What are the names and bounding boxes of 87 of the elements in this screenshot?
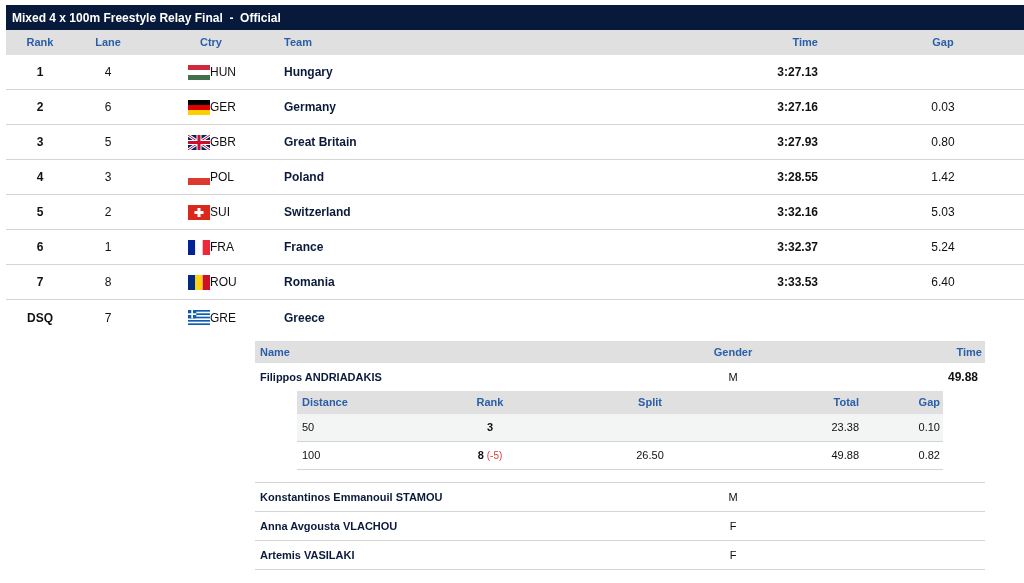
gap-cell-text: 0.03 (930, 99, 956, 116)
rank-cell-text: 8 (477, 448, 484, 464)
lane-cell-text: 8 (103, 274, 113, 291)
flag-icon (188, 310, 210, 325)
country-code: GBR (210, 134, 236, 151)
team-name: Great Britain (283, 134, 358, 151)
country-code: POL (210, 169, 234, 186)
gap-cell-text: 0.82 (917, 448, 941, 464)
flag-icon (188, 64, 210, 80)
column-header: Lane (94, 35, 122, 51)
column-header: Gap (917, 395, 941, 411)
lane-cell-text: 5 (103, 134, 113, 151)
country-code: GRE (210, 309, 236, 327)
time-cell-text: 3:32.16 (776, 204, 819, 221)
table-title: Mixed 4 x 100m Freestyle Relay Final - Official (6, 5, 1024, 30)
country-code: ROU (210, 274, 237, 291)
distance-cell-text: 100 (301, 448, 322, 464)
column-header: Split (637, 395, 663, 411)
time-cell-text: 3:27.16 (776, 99, 819, 116)
team-name: Hungary (283, 64, 334, 81)
rank-cell-text: 4 (35, 169, 45, 186)
swimmer-name: Filippos ANDRIADAKIS (259, 369, 383, 385)
swimmer-name: Konstantinos Emmanouil STAMOU (259, 489, 444, 505)
flag-icon (188, 204, 210, 220)
flag-icon (188, 134, 210, 150)
total-cell-text: 49.88 (830, 448, 859, 464)
swimmer-name: Anna Avgousta VLACHOU (259, 518, 399, 534)
gap-cell-text: 5.24 (930, 239, 956, 256)
gender-cell-text: M (727, 489, 739, 505)
gap-cell-text: 6.40 (930, 274, 956, 291)
lane-cell-text: 4 (103, 64, 113, 81)
rank-cell-text: DSQ (26, 309, 54, 327)
time-cell-text: 3:28.55 (776, 169, 819, 186)
time-cell-text: 3:33.53 (776, 274, 819, 291)
time-cell-text: 49.88 (946, 369, 979, 386)
country-code: GER (210, 99, 236, 116)
rank-cell-text: 3 (486, 420, 494, 436)
gap-cell-text: 0.10 (917, 420, 941, 436)
column-header: Total (832, 395, 859, 411)
column-header: Gap (931, 35, 955, 51)
column-header: Team (283, 35, 313, 51)
column-header: Time (791, 35, 819, 51)
flag-icon (188, 177, 210, 185)
rank-change: (-5) (486, 449, 503, 464)
distance-cell-text: 50 (301, 420, 316, 436)
gender-cell-text: F (728, 518, 738, 534)
column-header: Distance (301, 395, 349, 411)
team-name: Switzerland (283, 204, 352, 221)
country-code: SUI (210, 204, 230, 221)
column-header: Name (259, 344, 291, 360)
total-cell-text: 23.38 (830, 420, 859, 436)
team-name: Germany (283, 99, 338, 116)
time-cell-text: 3:32.37 (776, 239, 819, 256)
country-code: FRA (210, 239, 234, 256)
swimmer-name: Artemis VASILAKI (259, 547, 356, 563)
flag-icon (188, 239, 210, 255)
lane-cell-text: 7 (103, 309, 113, 327)
rank-cell-text: 2 (35, 99, 45, 116)
column-header: Rank (475, 395, 505, 411)
rank-cell-text: 5 (35, 204, 45, 221)
gender-cell-text: F (728, 547, 738, 563)
lane-cell-text: 3 (103, 169, 113, 186)
gap-cell-text: 5.03 (930, 204, 956, 221)
lane-cell-text: 2 (103, 204, 113, 221)
column-header: Gender (712, 344, 754, 360)
column-header: Ctry (199, 35, 223, 51)
flag-icon (188, 99, 210, 115)
rank-cell-text: 7 (35, 274, 45, 291)
lane-cell-text: 6 (103, 99, 113, 116)
time-cell-text: 3:27.93 (776, 134, 819, 151)
rank-cell-text: 6 (35, 239, 45, 256)
gender-cell-text: M (727, 369, 739, 385)
team-name: Greece (283, 309, 326, 327)
split-cell-text: 26.50 (635, 448, 665, 464)
gap-cell-text: 1.42 (930, 169, 956, 186)
column-header: Rank (25, 35, 55, 51)
team-name: Poland (283, 169, 325, 186)
team-name: France (283, 239, 325, 256)
team-name: Romania (283, 274, 336, 291)
rank-cell-text: 3 (35, 134, 45, 151)
gap-cell-text: 0.80 (930, 134, 956, 151)
column-header: Time (955, 344, 983, 360)
country-code: HUN (210, 64, 236, 81)
lane-cell-text: 1 (103, 239, 113, 256)
flag-icon (188, 274, 210, 290)
time-cell-text: 3:27.13 (776, 64, 819, 81)
rank-cell-text: 1 (35, 64, 45, 81)
